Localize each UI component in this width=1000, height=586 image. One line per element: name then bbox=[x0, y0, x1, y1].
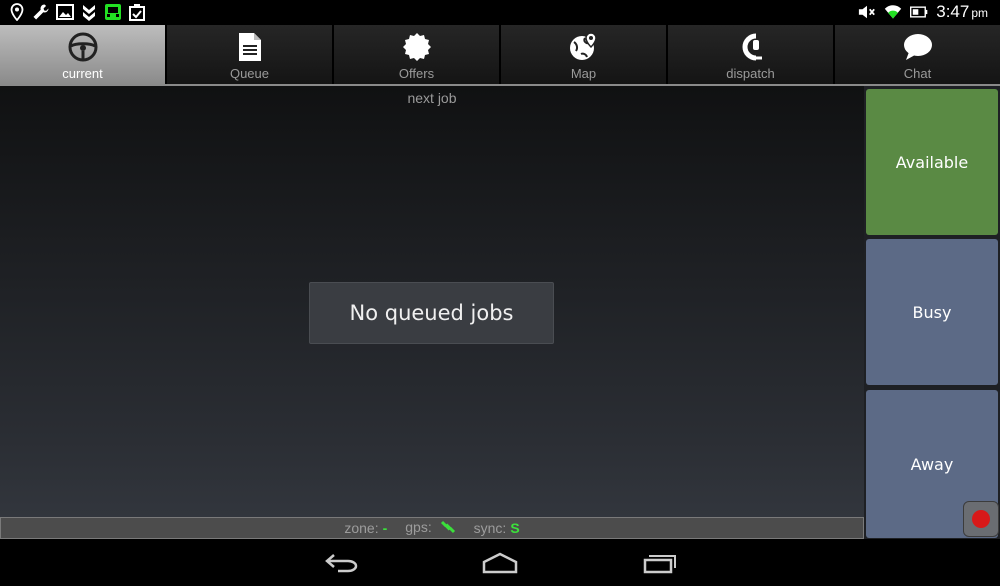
document-icon bbox=[234, 31, 266, 63]
system-indicators: 3:47 pm bbox=[858, 2, 988, 22]
record-icon bbox=[972, 510, 990, 528]
tab-offers[interactable]: Offers bbox=[334, 25, 501, 85]
tab-chat[interactable]: Chat bbox=[835, 25, 1000, 85]
record-button[interactable] bbox=[963, 501, 999, 537]
globe-pin-icon bbox=[568, 31, 600, 63]
clipboard-icon bbox=[128, 3, 146, 21]
satellite-icon bbox=[440, 520, 456, 537]
tab-label: Queue bbox=[229, 66, 270, 81]
tab-bar: current Queue Offers Map dispatch Chat bbox=[0, 25, 1000, 85]
battery-icon bbox=[910, 3, 928, 21]
available-button[interactable]: Available bbox=[866, 89, 998, 235]
sync-value: S bbox=[510, 520, 520, 536]
navigation-bar bbox=[0, 539, 1000, 586]
sync-status: sync: S bbox=[474, 520, 520, 536]
location-icon bbox=[8, 3, 26, 21]
tab-current[interactable]: current bbox=[0, 25, 167, 85]
status-panel: Available Busy Away bbox=[864, 86, 1000, 539]
tab-dispatch[interactable]: dispatch bbox=[668, 25, 835, 85]
notification-icons bbox=[8, 3, 146, 21]
headset-icon bbox=[735, 31, 767, 63]
footer-status: zone: - gps: sync: S bbox=[0, 517, 864, 539]
status-bar: 3:47 pm bbox=[0, 0, 1000, 25]
image-icon bbox=[56, 3, 74, 21]
tab-label: dispatch bbox=[726, 66, 775, 81]
tab-label: Offers bbox=[398, 66, 435, 81]
wifi-icon bbox=[884, 3, 902, 21]
tab-queue[interactable]: Queue bbox=[167, 25, 334, 85]
steering-wheel-icon bbox=[67, 31, 99, 63]
tab-label: Map bbox=[570, 66, 597, 81]
clock: 3:47 pm bbox=[936, 2, 988, 21]
zone-label: zone: bbox=[344, 520, 379, 536]
zone-status: zone: - bbox=[344, 520, 387, 536]
busy-button[interactable]: Busy bbox=[866, 239, 998, 385]
mute-icon bbox=[858, 3, 876, 21]
speech-bubble-icon bbox=[902, 31, 934, 63]
zone-value: - bbox=[382, 520, 388, 536]
tab-map[interactable]: Map bbox=[501, 25, 668, 85]
wrench-icon bbox=[32, 3, 50, 21]
tab-label: current bbox=[62, 66, 103, 81]
sync-label: sync: bbox=[473, 520, 507, 536]
taxi-icon bbox=[104, 3, 122, 21]
main-panel: next job No queued jobs bbox=[0, 86, 864, 517]
back-icon[interactable] bbox=[322, 549, 362, 577]
tab-label: Chat bbox=[903, 66, 932, 81]
download-icon bbox=[80, 3, 98, 21]
gps-status: gps: bbox=[405, 519, 455, 537]
recent-apps-icon[interactable] bbox=[640, 549, 680, 577]
home-icon[interactable] bbox=[480, 549, 520, 577]
gps-label: gps: bbox=[405, 519, 432, 536]
empty-queue-message: No queued jobs bbox=[309, 282, 554, 344]
badge-icon bbox=[401, 31, 433, 63]
section-heading: next job bbox=[407, 90, 457, 106]
